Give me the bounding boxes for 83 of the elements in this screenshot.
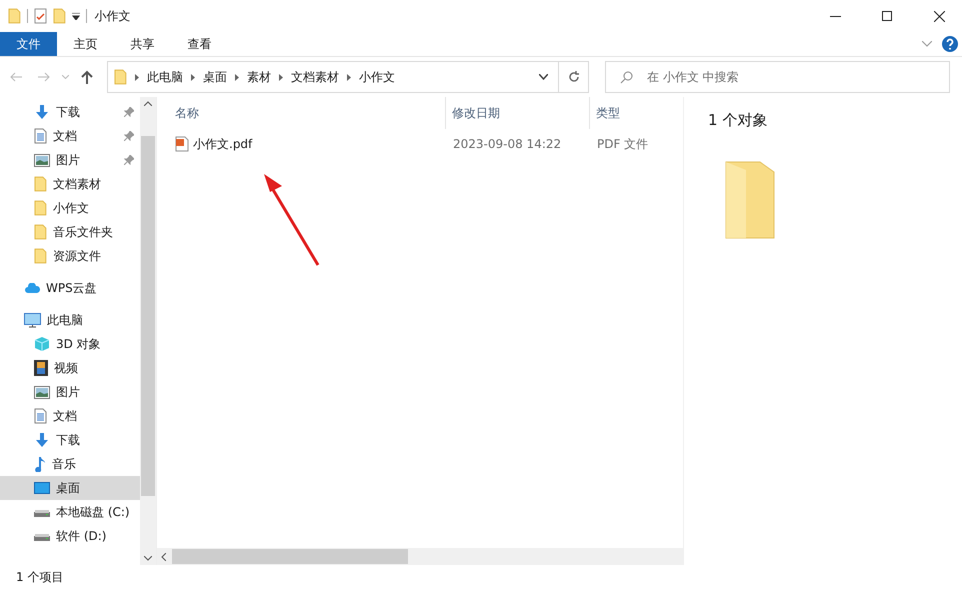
ribbon-tab[interactable]: 主页 <box>57 32 114 56</box>
ribbon-tab[interactable]: 共享 <box>114 32 171 56</box>
breadcrumb[interactable]: 桌面 <box>202 68 227 86</box>
scroll-down-icon[interactable] <box>144 556 152 561</box>
document-icon <box>34 408 47 424</box>
pdf-file-icon <box>175 136 189 152</box>
sidebar-item[interactable]: 本地磁盘 (C:) <box>0 500 140 524</box>
download-arrow-icon <box>34 432 50 448</box>
desktop-icon <box>34 482 50 494</box>
folder-icon <box>34 224 47 240</box>
breadcrumb[interactable]: 小作文 <box>358 68 395 86</box>
preview-title: 1 个对象 <box>708 111 768 130</box>
sidebar-item[interactable]: 文档 <box>0 404 140 428</box>
chevron-icon[interactable] <box>278 74 283 80</box>
music-note-icon <box>34 456 46 472</box>
folder-icon <box>34 248 47 264</box>
expand-ribbon-icon[interactable] <box>922 41 932 47</box>
scrollbar[interactable] <box>157 548 683 565</box>
refresh-button[interactable] <box>559 61 589 93</box>
new-folder-icon <box>52 8 66 24</box>
column-header[interactable]: 名称 <box>173 97 445 129</box>
sidebar-item[interactable]: 3D 对象 <box>0 332 140 356</box>
properties-check-icon[interactable] <box>34 8 47 24</box>
folder-icon <box>114 69 127 85</box>
sidebar-item[interactable]: 软件 (D:) <box>0 524 140 548</box>
column-header[interactable]: 类型 <box>589 97 683 129</box>
chevron-icon[interactable] <box>346 74 351 80</box>
window-title: 小作文 <box>94 8 132 24</box>
sidebar-item[interactable]: 桌面 <box>0 476 140 500</box>
document-icon <box>34 128 47 144</box>
ribbon-tab[interactable]: 查看 <box>171 32 228 56</box>
sidebar-item[interactable]: 视频 <box>0 356 140 380</box>
ribbon-tab[interactable]: 文件 <box>0 32 57 56</box>
chevron-icon[interactable] <box>134 74 139 80</box>
chevron-icon[interactable] <box>234 74 239 80</box>
search-icon <box>620 70 633 84</box>
file-name[interactable]: 小作文.pdf <box>193 136 252 152</box>
dropdown-caret-icon[interactable] <box>539 74 548 80</box>
download-arrow-icon <box>34 104 50 120</box>
sidebar-item[interactable]: 文档素材 <box>0 172 140 196</box>
sidebar-item[interactable]: 下载 <box>0 100 140 124</box>
sidebar-item[interactable]: WPS云盘 <box>0 276 140 300</box>
sidebar-item[interactable]: 小作文 <box>0 196 140 220</box>
table-cell-text: PDF 文件 <box>596 136 650 152</box>
breadcrumb[interactable]: 素材 <box>246 68 271 86</box>
sidebar-item[interactable]: 图片 <box>0 380 140 404</box>
folder-icon <box>8 8 21 24</box>
breadcrumb[interactable]: 此电脑 <box>146 68 183 86</box>
pin-icon <box>124 131 134 141</box>
picture-icon <box>34 386 50 398</box>
folder-icon <box>34 200 47 216</box>
sidebar-item[interactable]: 音乐文件夹 <box>0 220 140 244</box>
picture-icon <box>34 154 50 166</box>
folder-icon <box>724 160 776 240</box>
up-arrow-icon[interactable] <box>81 70 93 84</box>
sidebar-item[interactable]: 资源文件 <box>0 244 140 268</box>
table-cell-text: 2023-09-08 14:22 <box>452 137 562 151</box>
status-text: 1 个项目 <box>16 568 64 586</box>
film-icon <box>34 360 48 376</box>
address-bar[interactable]: 此电脑 桌面 素材 文档素材 小作文 <box>107 61 559 93</box>
cube-icon <box>34 336 50 352</box>
folder-icon <box>34 176 47 192</box>
sidebar-item[interactable]: 此电脑 <box>0 308 140 332</box>
breadcrumb[interactable]: 文档素材 <box>290 68 339 86</box>
help-icon[interactable] <box>942 36 958 52</box>
chevron-icon[interactable] <box>190 74 195 80</box>
scroll-left-icon[interactable] <box>161 552 166 560</box>
pin-icon <box>124 107 134 117</box>
search-box[interactable]: 在 小作文 中搜索 <box>605 61 950 93</box>
scroll-up-icon[interactable] <box>144 101 152 106</box>
monitor-icon <box>24 312 41 328</box>
cloud-icon <box>24 282 40 294</box>
column-header[interactable]: 修改日期 <box>445 97 589 129</box>
sidebar-item[interactable]: 音乐 <box>0 452 140 476</box>
close-icon <box>934 10 944 22</box>
pin-icon <box>124 155 134 165</box>
dropdown-caret-icon[interactable] <box>72 12 80 20</box>
scrollbar[interactable] <box>140 97 156 565</box>
sidebar-item[interactable]: 文档 <box>0 124 140 148</box>
maximize-icon <box>882 11 892 21</box>
refresh-icon <box>568 71 580 83</box>
sidebar-item[interactable]: 图片 <box>0 148 140 172</box>
sidebar-item[interactable]: 下载 <box>0 428 140 452</box>
